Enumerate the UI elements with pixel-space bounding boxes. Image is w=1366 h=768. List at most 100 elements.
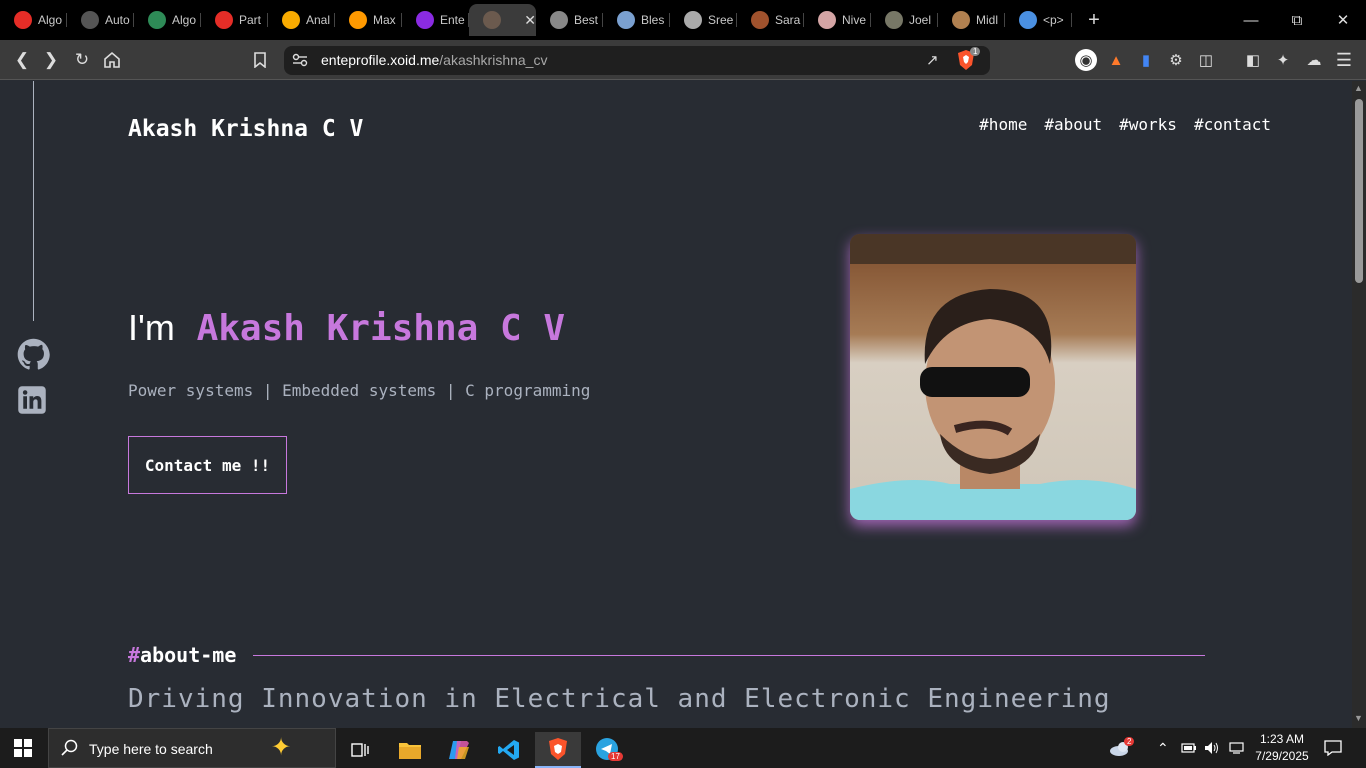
- network-icon[interactable]: [1229, 728, 1245, 768]
- reload-icon[interactable]: ↻: [70, 48, 94, 72]
- browser-tab[interactable]: Joel: [871, 4, 938, 36]
- windows-start-icon[interactable]: [14, 739, 32, 757]
- leo-ai-icon[interactable]: ✦: [1272, 49, 1294, 71]
- browser-tab[interactable]: Part: [201, 4, 268, 36]
- extension-fox-icon[interactable]: ▲: [1105, 49, 1127, 71]
- page-scrollbar[interactable]: ▲ ▼: [1352, 81, 1366, 728]
- weather-icon[interactable]: 2: [1108, 728, 1142, 768]
- nav-contact[interactable]: #contact: [1194, 115, 1271, 134]
- analytics-icon: [282, 11, 300, 29]
- browser-tab[interactable]: Sree: [670, 4, 737, 36]
- browser-tab[interactable]: Midl: [938, 4, 1005, 36]
- browser-tab[interactable]: Auto: [67, 4, 134, 36]
- url-text: enteprofile.xoid.me/akashkrishna_cv: [321, 52, 547, 68]
- hero-subtitle: Power systems | Embedded systems | C pro…: [128, 381, 591, 400]
- search-placeholder: Type here to search: [89, 741, 213, 757]
- tab-label: Midl: [976, 13, 999, 27]
- battery-icon[interactable]: [1181, 728, 1197, 768]
- portfolio-page: Akash Krishna C V #home #about #works #c…: [0, 81, 1352, 728]
- linkedin-icon[interactable]: [17, 385, 50, 418]
- browser-tab-strip: Algo Auto Algo Part Anal Max Ente ✕ Best Bles Sree…: [0, 0, 1366, 40]
- notification-center-icon[interactable]: [1324, 728, 1342, 768]
- clock-date: 7/29/2025: [1255, 749, 1309, 763]
- brave-browser-icon[interactable]: [535, 732, 581, 768]
- sidebar-toggle-icon[interactable]: ◧: [1242, 49, 1264, 71]
- github-icon[interactable]: [17, 338, 50, 371]
- contact-me-button[interactable]: Contact me !!: [128, 436, 287, 494]
- about-heading-text: about-me: [140, 643, 237, 667]
- browser-tab[interactable]: Max: [335, 4, 402, 36]
- file-explorer-icon[interactable]: [387, 732, 433, 768]
- hero-title: I'm Akash Krishna C V: [128, 307, 565, 349]
- browser-tab[interactable]: Nive: [804, 4, 871, 36]
- task-view-icon[interactable]: [337, 732, 383, 768]
- sparkle-icon[interactable]: ✦: [271, 733, 291, 762]
- tab-separator: [1071, 13, 1072, 27]
- close-tab-icon[interactable]: ✕: [524, 12, 536, 29]
- extension-wallet-icon[interactable]: ◉: [1075, 49, 1097, 71]
- site-settings-icon[interactable]: [292, 53, 308, 72]
- home-icon[interactable]: [100, 48, 124, 72]
- site-brand[interactable]: Akash Krishna C V: [128, 116, 363, 142]
- amazon-icon: [349, 11, 367, 29]
- tab-label: Anal: [306, 13, 331, 27]
- tab-label: Joel: [909, 13, 932, 27]
- nav-home[interactable]: #home: [979, 115, 1027, 134]
- nav-works[interactable]: #works: [1119, 115, 1177, 134]
- browser-tab[interactable]: Bles: [603, 4, 670, 36]
- ente-icon: [416, 11, 434, 29]
- show-hidden-icons-chevron-icon[interactable]: ⌃: [1157, 728, 1169, 768]
- tab-label: Sara: [775, 13, 801, 27]
- share-icon[interactable]: ↗: [926, 51, 939, 69]
- photo-icon: [684, 11, 702, 29]
- scrollbar-thumb[interactable]: [1355, 99, 1363, 283]
- copilot-icon[interactable]: [436, 732, 482, 768]
- tab-label: Algo: [38, 13, 63, 27]
- extension-docs-icon[interactable]: ▮: [1135, 49, 1157, 71]
- clock-time: 1:23 AM: [1259, 732, 1305, 746]
- browser-tab[interactable]: Anal: [268, 4, 335, 36]
- close-window-button[interactable]: ✕: [1320, 0, 1366, 40]
- new-tab-icon[interactable]: +: [1080, 9, 1108, 32]
- forward-icon[interactable]: ❯: [39, 48, 63, 72]
- scroll-up-arrow-icon[interactable]: ▲: [1354, 83, 1363, 93]
- browser-tab[interactable]: Sara: [737, 4, 804, 36]
- browser-tab[interactable]: ✕: [469, 4, 536, 36]
- brave-shield-icon[interactable]: 1: [956, 47, 981, 71]
- bookmark-icon[interactable]: [248, 48, 272, 72]
- photo-icon: [751, 11, 769, 29]
- vscode-icon[interactable]: [486, 732, 532, 768]
- photo-icon: [550, 11, 568, 29]
- system-clock[interactable]: 1:23 AM 7/29/2025: [1252, 731, 1312, 765]
- tab-label: Algo: [172, 13, 197, 27]
- tab-search-icon[interactable]: ◫: [1195, 49, 1217, 71]
- telegram-badge: 17: [608, 752, 623, 761]
- url-path: /akashkrishna_cv: [439, 52, 548, 68]
- telegram-icon[interactable]: 17: [585, 732, 631, 768]
- volume-icon[interactable]: [1204, 728, 1220, 768]
- browser-tab[interactable]: Ente: [402, 4, 469, 36]
- menu-icon[interactable]: ☰: [1333, 49, 1355, 71]
- back-icon[interactable]: ❮: [10, 48, 34, 72]
- tab-label: Sree: [708, 13, 734, 27]
- taskbar-search-box[interactable]: Type here to search ✦: [48, 728, 336, 768]
- browser-tab[interactable]: Algo: [0, 4, 67, 36]
- extensions-puzzle-icon[interactable]: ⚙: [1165, 49, 1187, 71]
- site-nav: #home #about #works #contact: [979, 115, 1271, 134]
- profile-photo: [850, 234, 1136, 520]
- shield-badge: 1: [970, 47, 981, 56]
- browser-tab[interactable]: <p>: [1005, 4, 1072, 36]
- address-bar[interactable]: enteprofile.xoid.me/akashkrishna_cv ↗ 1: [284, 46, 990, 75]
- scroll-down-arrow-icon[interactable]: ▼: [1354, 713, 1363, 723]
- photo-icon: [617, 11, 635, 29]
- browser-tab[interactable]: Best: [536, 4, 603, 36]
- about-subtitle: Driving Innovation in Electrical and Ele…: [128, 684, 1111, 714]
- side-decor-line: [33, 81, 34, 321]
- tab-label: <p>: [1043, 13, 1064, 27]
- nav-about[interactable]: #about: [1044, 115, 1102, 134]
- restore-button[interactable]: ⧉: [1274, 0, 1320, 40]
- vpn-icon[interactable]: ☁: [1303, 49, 1325, 71]
- photo-icon: [952, 11, 970, 29]
- minimize-button[interactable]: —: [1228, 0, 1274, 40]
- browser-tab[interactable]: Algo: [134, 4, 201, 36]
